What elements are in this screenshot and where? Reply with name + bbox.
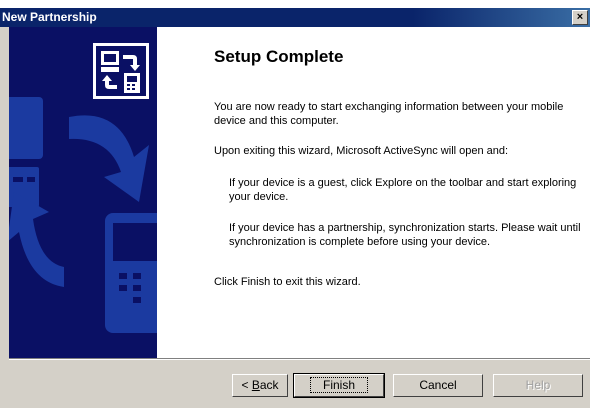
window-title: New Partnership	[2, 10, 97, 24]
wizard-content: Setup Complete You are now ready to star…	[157, 27, 590, 358]
screen-top-edge	[0, 0, 590, 8]
finish-instruction: Click Finish to exit this wizard.	[214, 276, 361, 288]
back-button[interactable]: < Back	[232, 374, 288, 397]
guest-instruction: If your device is a guest, click Explore…	[229, 177, 577, 203]
back-label-rest: ack	[259, 378, 279, 392]
page-title: Setup Complete	[214, 47, 344, 66]
desktop-illustration	[9, 97, 43, 207]
handheld-illustration	[105, 213, 157, 333]
finish-button[interactable]: Finish	[293, 373, 385, 398]
title-bar[interactable]: New Partnership ×	[0, 8, 590, 27]
intro-text: You are now ready to start exchanging in…	[214, 101, 564, 127]
cancel-button[interactable]: Cancel	[393, 374, 483, 397]
help-button[interactable]: Help	[493, 374, 583, 397]
back-accelerator: B	[251, 378, 260, 392]
wizard-banner	[9, 27, 157, 358]
back-prefix: <	[241, 378, 252, 392]
wizard-window: New Partnership × Setup Complete You are…	[0, 0, 590, 408]
close-icon[interactable]: ×	[572, 10, 588, 25]
activesync-text: Upon exiting this wizard, Microsoft Acti…	[214, 145, 509, 157]
button-separator	[9, 358, 590, 360]
partnership-instruction: If your device has a partnership, synchr…	[229, 222, 581, 248]
pc-sync-icon	[93, 43, 149, 99]
finish-label: Finish	[309, 377, 368, 393]
